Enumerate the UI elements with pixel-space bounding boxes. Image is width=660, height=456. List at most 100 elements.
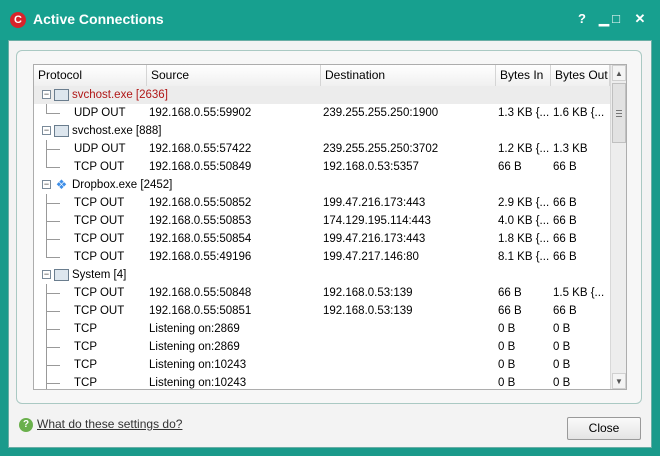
cell-bytes-out: 0 B bbox=[553, 359, 571, 371]
process-name: svchost.exe [888] bbox=[72, 125, 162, 137]
collapse-toggle-icon[interactable]: − bbox=[42, 180, 51, 189]
connection-row[interactable]: TCP Listening on:10243 0 B0 B bbox=[34, 356, 610, 374]
column-header-protocol[interactable]: Protocol bbox=[34, 65, 147, 86]
cell-bytes-out: 66 B bbox=[553, 161, 577, 173]
cell-destination bbox=[323, 356, 493, 374]
title-bar[interactable]: C Active Connections ? ▁ □ ✕ bbox=[0, 0, 660, 40]
cell-bytes-out: 1.3 KB bbox=[553, 143, 588, 155]
cell-bytes-out: 1.5 KB {... bbox=[553, 287, 605, 299]
table-body: − svchost.exe [2636] UDP OUT 192.168.0.55:5… bbox=[34, 86, 610, 389]
process-row[interactable]: − svchost.exe [2636] bbox=[34, 86, 610, 104]
cell-bytes-in: 0 B bbox=[498, 377, 516, 389]
cell-source: 192.168.0.55:50854 bbox=[149, 233, 252, 245]
tree-branch bbox=[46, 221, 60, 222]
cell-source: 192.168.0.55:50848 bbox=[149, 287, 252, 299]
collapse-toggle-icon[interactable]: − bbox=[42, 270, 51, 279]
window-icon bbox=[54, 269, 69, 281]
scroll-down-arrow-icon[interactable]: ▼ bbox=[612, 373, 626, 389]
connection-row[interactable]: TCP OUT 192.168.0.55:50849 192.168.0.53:53… bbox=[34, 158, 610, 176]
connection-row[interactable]: UDP OUT 192.168.0.55:57422 239.255.255.250… bbox=[34, 140, 610, 158]
cell-bytes-in: 1.8 KB {... bbox=[498, 233, 550, 245]
cell-bytes-out: 1.6 KB {... bbox=[553, 107, 605, 119]
cell-source: Listening on:2869 bbox=[149, 341, 240, 353]
column-header-source[interactable]: Source bbox=[147, 65, 321, 86]
connection-row[interactable]: TCP OUT 192.168.0.55:50851 192.168.0.53:13… bbox=[34, 302, 610, 320]
close-button[interactable]: Close bbox=[567, 417, 641, 440]
connection-row[interactable]: TCP OUT 192.168.0.55:50848 192.168.0.53:13… bbox=[34, 284, 610, 302]
cell-source: 192.168.0.55:50849 bbox=[149, 161, 252, 173]
tree-branch bbox=[46, 329, 60, 330]
cell-bytes-out: 0 B bbox=[553, 377, 571, 389]
cell-source: 192.168.0.55:50852 bbox=[149, 197, 252, 209]
collapse-toggle-icon[interactable]: − bbox=[42, 90, 51, 99]
cell-bytes-in: 0 B bbox=[498, 341, 516, 353]
connection-row[interactable]: TCP OUT 192.168.0.55:50854 199.47.216.173:… bbox=[34, 230, 610, 248]
connection-row[interactable]: TCP Listening on:2869 0 B0 B bbox=[34, 320, 610, 338]
tree-branch bbox=[46, 203, 60, 204]
cell-bytes-in: 0 B bbox=[498, 359, 516, 371]
tree-branch bbox=[46, 347, 60, 348]
cell-source: 192.168.0.55:50851 bbox=[149, 305, 252, 317]
cell-source: 192.168.0.55:57422 bbox=[149, 143, 252, 155]
connection-row[interactable]: TCP OUT 192.168.0.55:50852 199.47.216.173:… bbox=[34, 194, 610, 212]
connection-row[interactable]: TCP OUT 192.168.0.55:50853 174.129.195.114… bbox=[34, 212, 610, 230]
cell-bytes-out: 66 B bbox=[553, 215, 577, 227]
process-name: System [4] bbox=[72, 269, 127, 281]
connection-row[interactable]: UDP OUT 192.168.0.55:59902 239.255.255.250… bbox=[34, 104, 610, 122]
cell-destination: 239.255.255.250:1900 bbox=[323, 107, 439, 119]
tree-branch bbox=[46, 239, 60, 240]
tree-branch bbox=[46, 257, 60, 258]
cell-bytes-out: 0 B bbox=[553, 341, 571, 353]
tree-branch bbox=[46, 365, 60, 366]
process-name: svchost.exe [2636] bbox=[72, 89, 168, 101]
cell-source: Listening on:10243 bbox=[149, 377, 247, 389]
cell-bytes-in: 66 B bbox=[498, 305, 522, 317]
cell-bytes-out: 0 B bbox=[553, 323, 571, 335]
cell-destination: 199.47.216.173:443 bbox=[323, 197, 426, 209]
window-title: Active Connections bbox=[33, 11, 164, 27]
active-connections-window: C Active Connections ? ▁ □ ✕ Protocol So… bbox=[0, 0, 660, 456]
cell-destination bbox=[323, 338, 493, 356]
process-row[interactable]: − ❖ Dropbox.exe [2452] bbox=[34, 176, 610, 194]
connections-table[interactable]: Protocol Source Destination Bytes In Byt… bbox=[33, 64, 627, 390]
cell-bytes-in: 66 B bbox=[498, 161, 522, 173]
maximize-button[interactable]: □ bbox=[606, 10, 626, 28]
process-name: Dropbox.exe [2452] bbox=[72, 179, 173, 191]
cell-destination: 174.129.195.114:443 bbox=[323, 215, 431, 227]
tree-branch bbox=[46, 383, 60, 384]
column-header-bytes-out[interactable]: Bytes Out bbox=[551, 65, 610, 86]
window-icon bbox=[54, 125, 69, 137]
cell-destination bbox=[323, 320, 493, 338]
cell-destination: 192.168.0.53:139 bbox=[323, 287, 413, 299]
app-logo-icon: C bbox=[10, 12, 26, 28]
column-header-bytes-in[interactable]: Bytes In bbox=[496, 65, 551, 86]
tree-branch bbox=[46, 113, 60, 114]
tree-branch bbox=[46, 311, 60, 312]
help-icon[interactable]: ? bbox=[572, 10, 592, 28]
window-icon bbox=[54, 89, 69, 101]
cell-bytes-in: 66 B bbox=[498, 287, 522, 299]
settings-help-link[interactable]: What do these settings do? bbox=[37, 417, 182, 431]
vertical-scrollbar[interactable]: ▲ ▼ bbox=[610, 65, 626, 389]
cell-source: 192.168.0.55:59902 bbox=[149, 107, 252, 119]
process-row[interactable]: − System [4] bbox=[34, 266, 610, 284]
cell-destination: 192.168.0.53:5357 bbox=[323, 161, 419, 173]
cell-bytes-in: 4.0 KB {... bbox=[498, 215, 550, 227]
connection-row[interactable]: TCP OUT 192.168.0.55:49196 199.47.217.146:… bbox=[34, 248, 610, 266]
connection-row[interactable]: TCP Listening on:10243 0 B0 B bbox=[34, 374, 610, 389]
scroll-up-arrow-icon[interactable]: ▲ bbox=[612, 65, 626, 81]
close-window-button[interactable]: ✕ bbox=[630, 10, 650, 28]
cell-source: Listening on:2869 bbox=[149, 323, 240, 335]
cell-bytes-out: 66 B bbox=[553, 197, 577, 209]
connection-row[interactable]: TCP Listening on:2869 0 B0 B bbox=[34, 338, 610, 356]
cell-destination: 239.255.255.250:3702 bbox=[323, 143, 439, 155]
cell-source: 192.168.0.55:50853 bbox=[149, 215, 252, 227]
cell-destination: 199.47.217.146:80 bbox=[323, 251, 419, 263]
table-header: Protocol Source Destination Bytes In Byt… bbox=[34, 65, 610, 87]
column-header-destination[interactable]: Destination bbox=[321, 65, 496, 86]
process-row[interactable]: − svchost.exe [888] bbox=[34, 122, 610, 140]
collapse-toggle-icon[interactable]: − bbox=[42, 126, 51, 135]
cell-source: Listening on:10243 bbox=[149, 359, 247, 371]
tree-branch bbox=[46, 149, 60, 150]
scrollbar-thumb[interactable] bbox=[612, 83, 626, 143]
